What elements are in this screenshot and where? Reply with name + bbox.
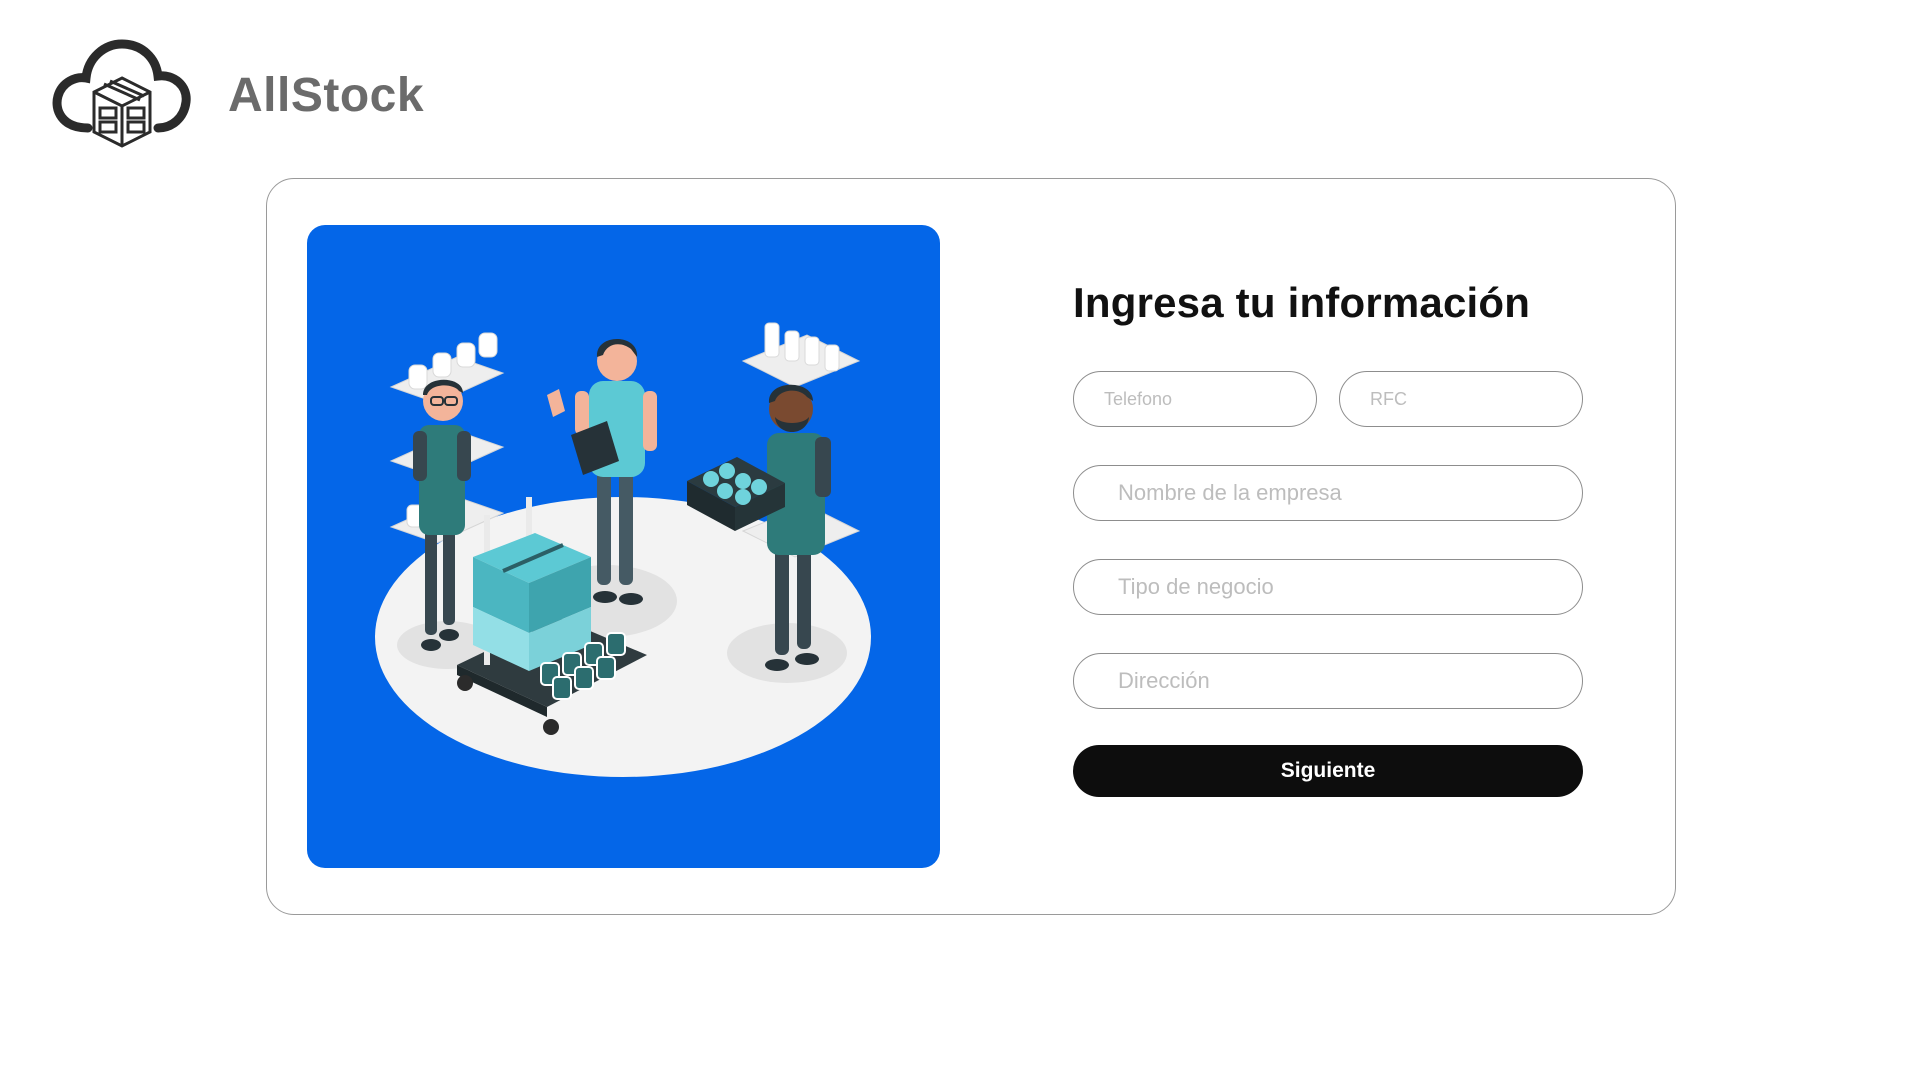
direccion-input[interactable] xyxy=(1073,653,1583,709)
siguiente-button[interactable]: Siguiente xyxy=(1073,745,1583,797)
direccion-row xyxy=(1073,653,1583,709)
registration-card: Ingresa tu información Siguiente xyxy=(266,178,1676,915)
tipo-negocio-input[interactable] xyxy=(1073,559,1583,615)
company-info-form: Ingresa tu información Siguiente xyxy=(1073,279,1583,797)
brand-name: AllStock xyxy=(228,68,425,122)
warehouse-workers-illustration xyxy=(307,225,940,868)
telefono-input[interactable] xyxy=(1073,371,1317,427)
form-title: Ingresa tu información xyxy=(1073,279,1531,326)
tipo-negocio-row xyxy=(1073,559,1583,615)
header: AllStock xyxy=(48,36,424,154)
rfc-input[interactable] xyxy=(1339,371,1583,427)
cloud-warehouse-icon xyxy=(52,39,191,148)
nombre-empresa-input[interactable] xyxy=(1073,465,1583,521)
nombre-empresa-row xyxy=(1073,465,1583,521)
phone-rfc-row xyxy=(1073,371,1583,427)
